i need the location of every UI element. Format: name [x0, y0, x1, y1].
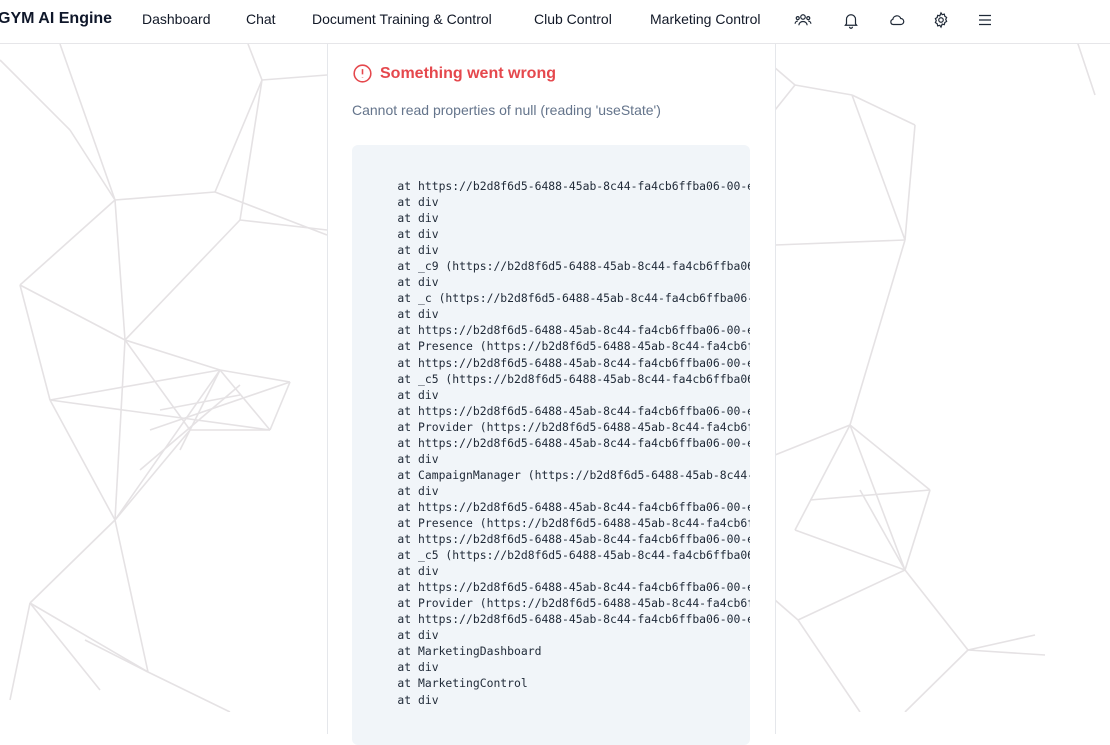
stack-trace-line: at _c5 (https://b2d8f6d5-6488-45ab-8c44-…: [370, 548, 750, 563]
stack-trace-line: at https://b2d8f6d5-6488-45ab-8c44-fa4cb…: [370, 179, 750, 193]
stack-trace-box[interactable]: at https://b2d8f6d5-6488-45ab-8c44-fa4cb…: [352, 145, 750, 745]
stack-trace-line: at Provider (https://b2d8f6d5-6488-45ab-…: [370, 596, 750, 611]
stack-trace-line: at div: [370, 628, 439, 643]
error-card: Something went wrong Cannot read propert…: [327, 44, 776, 745]
stack-trace-line: at https://b2d8f6d5-6488-45ab-8c44-fa4cb…: [370, 435, 750, 450]
stack-trace-line: at https://b2d8f6d5-6488-45ab-8c44-fa4cb…: [370, 580, 750, 595]
nav-document-training-control[interactable]: Document Training & Control: [312, 11, 492, 27]
cloud-icon[interactable]: [887, 10, 907, 30]
stack-trace-line: at _c9 (https://b2d8f6d5-6488-45ab-8c44-…: [370, 259, 750, 274]
alert-circle-icon: [352, 63, 374, 85]
nav-dashboard[interactable]: Dashboard: [142, 11, 211, 27]
stack-trace-line: at https://b2d8f6d5-6488-45ab-8c44-fa4cb…: [370, 323, 750, 338]
stack-trace-line: at Presence (https://b2d8f6d5-6488-45ab-…: [370, 515, 750, 530]
users-icon[interactable]: [793, 10, 813, 30]
stack-trace: at https://b2d8f6d5-6488-45ab-8c44-fa4cb…: [370, 178, 750, 708]
app-brand[interactable]: GYM AI Engine: [0, 10, 112, 28]
stack-trace-line: at CampaignManager (https://b2d8f6d5-648…: [370, 467, 750, 482]
stack-trace-line: at div: [370, 692, 439, 707]
stack-trace-line: at MarketingControl: [370, 676, 528, 691]
stack-trace-line: at MarketingDashboard: [370, 644, 542, 659]
settings-icon[interactable]: [931, 10, 951, 30]
stack-trace-line: at https://b2d8f6d5-6488-45ab-8c44-fa4cb…: [370, 355, 750, 370]
stack-trace-line: at div: [370, 483, 439, 498]
nav-club-control[interactable]: Club Control: [534, 11, 612, 27]
stack-trace-line: at _c5 (https://b2d8f6d5-6488-45ab-8c44-…: [370, 371, 750, 386]
stack-trace-line: at _c (https://b2d8f6d5-6488-45ab-8c44-f…: [370, 291, 750, 306]
error-header: Something went wrong: [352, 63, 556, 85]
stack-trace-line: at div: [370, 307, 439, 322]
nav-chat[interactable]: Chat: [246, 11, 276, 27]
stack-trace-line: at div: [370, 227, 439, 242]
stack-trace-line: at div: [370, 195, 439, 210]
top-navbar: GYM AI Engine Dashboard Chat Document Tr…: [0, 0, 1110, 44]
stack-trace-line: at Provider (https://b2d8f6d5-6488-45ab-…: [370, 419, 750, 434]
stack-trace-line: at div: [370, 243, 439, 258]
stack-trace-line: at https://b2d8f6d5-6488-45ab-8c44-fa4cb…: [370, 499, 750, 514]
stack-trace-line: at div: [370, 275, 439, 290]
bell-icon[interactable]: [841, 10, 861, 30]
stack-trace-line: at div: [370, 387, 439, 402]
stack-trace-line: at div: [370, 451, 439, 466]
menu-icon[interactable]: [975, 10, 995, 30]
stack-trace-line: at div: [370, 211, 439, 226]
nav-marketing-control[interactable]: Marketing Control: [650, 11, 761, 27]
stack-trace-line: at https://b2d8f6d5-6488-45ab-8c44-fa4cb…: [370, 403, 750, 418]
stack-trace-line: at div: [370, 564, 439, 579]
stack-trace-line: at https://b2d8f6d5-6488-45ab-8c44-fa4cb…: [370, 612, 750, 627]
error-message: Cannot read properties of null (reading …: [352, 102, 661, 118]
stack-trace-line: at https://b2d8f6d5-6488-45ab-8c44-fa4cb…: [370, 532, 750, 547]
stack-trace-line: at Presence (https://b2d8f6d5-6488-45ab-…: [370, 339, 750, 354]
stack-trace-line: at div: [370, 660, 439, 675]
error-title: Something went wrong: [380, 65, 556, 82]
